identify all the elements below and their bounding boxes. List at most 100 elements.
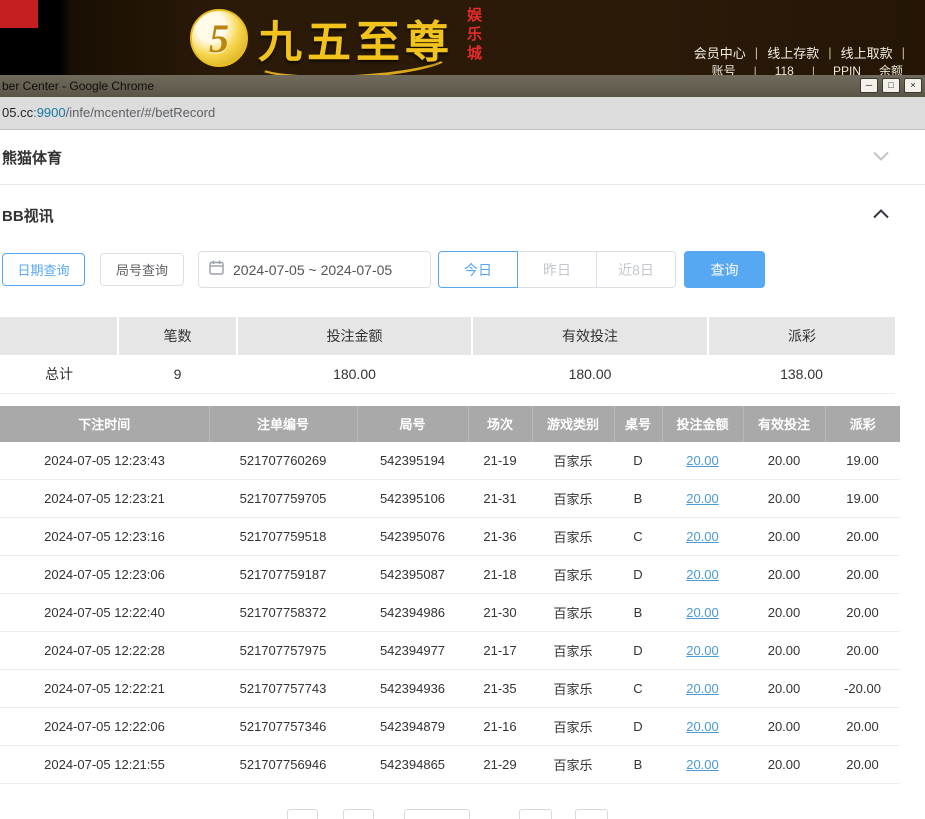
table-cell: 20.00 (662, 708, 743, 746)
round-query-button[interactable]: 局号查询 (100, 253, 184, 286)
last-8-days-button[interactable]: 近8日 (596, 251, 676, 288)
close-button[interactable]: × (904, 78, 922, 93)
table-cell: 542395106 (357, 480, 468, 518)
nav-separator: | (755, 45, 758, 60)
bet-amount-link[interactable]: 20.00 (686, 453, 719, 468)
bet-amount-link[interactable]: 20.00 (686, 605, 719, 620)
summary-table: 笔数 投注金额 有效投注 派彩 总计 9 180.00 180.00 138.0… (0, 317, 895, 394)
bet-record-page: 熊猫体育 BB视讯 日期查询 局号查询 (0, 130, 925, 819)
table-cell: B (614, 480, 662, 518)
table-cell: 20.00 (825, 746, 900, 784)
pagination (0, 809, 925, 819)
table-cell: 521707758372 (209, 594, 357, 632)
table-cell: 21-29 (468, 746, 532, 784)
bet-amount-link[interactable]: 20.00 (686, 643, 719, 658)
table-cell: 2024-07-05 12:22:40 (0, 594, 209, 632)
summary-total-label: 总计 (0, 355, 118, 393)
table-cell: 20.00 (662, 594, 743, 632)
site-logo: 5 九五至尊 娱乐城 (190, 5, 482, 71)
chevron-down-icon[interactable] (873, 148, 889, 166)
browser-titlebar[interactable]: ber Center - Google Chrome ─ □ × (0, 75, 925, 97)
address-bar[interactable]: 05.cc:9900/infe/mcenter/#/betRecord (0, 97, 925, 130)
table-cell: 百家乐 (532, 442, 614, 480)
table-cell: 21-18 (468, 556, 532, 594)
table-cell: 20.00 (743, 518, 825, 556)
search-button[interactable]: 查询 (684, 251, 765, 288)
pagination-button[interactable] (343, 809, 374, 819)
table-cell: 百家乐 (532, 746, 614, 784)
bet-amount-link[interactable]: 20.00 (686, 757, 719, 772)
table-cell: 521707759518 (209, 518, 357, 556)
pagination-button[interactable] (519, 809, 552, 819)
table-cell: 21-31 (468, 480, 532, 518)
table-cell: 521707759187 (209, 556, 357, 594)
column-header: 游戏类别 (532, 406, 614, 442)
table-cell: 20.00 (662, 632, 743, 670)
table-cell: 百家乐 (532, 708, 614, 746)
table-row: 2024-07-05 12:23:43521707760269542395194… (0, 442, 900, 480)
section-panda-sports[interactable]: 熊猫体育 (0, 130, 925, 185)
table-cell: 542394936 (357, 670, 468, 708)
table-cell: -20.00 (825, 670, 900, 708)
table-cell: 542394865 (357, 746, 468, 784)
table-cell: D (614, 708, 662, 746)
bet-table-body: 2024-07-05 12:23:43521707760269542395194… (0, 442, 900, 784)
summary-header-empty (0, 317, 118, 355)
column-header: 有效投注 (743, 406, 825, 442)
nav-online-withdraw[interactable]: 线上取款 (841, 43, 893, 62)
table-cell: 20.00 (743, 442, 825, 480)
today-button[interactable]: 今日 (438, 251, 518, 288)
table-cell: 2024-07-05 12:22:21 (0, 670, 209, 708)
table-cell: 542395194 (357, 442, 468, 480)
summary-count: 9 (118, 355, 237, 393)
table-cell: 百家乐 (532, 670, 614, 708)
column-header: 场次 (468, 406, 532, 442)
top-nav: 会员中心 | 线上存款 | 线上取款 | (694, 43, 905, 62)
section-title: 熊猫体育 (2, 147, 62, 168)
section-bb-video[interactable]: BB视讯 (0, 185, 925, 245)
nav-member-center[interactable]: 会员中心 (694, 43, 746, 62)
nav-online-deposit[interactable]: 线上存款 (767, 43, 819, 62)
table-row: 2024-07-05 12:23:06521707759187542395087… (0, 556, 900, 594)
table-cell: 21-16 (468, 708, 532, 746)
table-cell: 542395087 (357, 556, 468, 594)
table-cell: 20.00 (662, 556, 743, 594)
table-row: 2024-07-05 12:22:28521707757975542394977… (0, 632, 900, 670)
date-query-button[interactable]: 日期查询 (2, 253, 85, 286)
table-row: 2024-07-05 12:22:06521707757346542394879… (0, 708, 900, 746)
pagination-input[interactable] (404, 809, 470, 819)
yesterday-button[interactable]: 昨日 (517, 251, 597, 288)
table-cell: 542394879 (357, 708, 468, 746)
table-cell: 521707756946 (209, 746, 357, 784)
bet-amount-link[interactable]: 20.00 (686, 567, 719, 582)
table-cell: C (614, 670, 662, 708)
table-cell: B (614, 746, 662, 784)
chevron-up-icon[interactable] (873, 206, 889, 224)
pagination-button[interactable] (575, 809, 608, 819)
column-header: 局号 (357, 406, 468, 442)
bet-table-header-row: 下注时间注单编号局号场次游戏类别桌号投注金额有效投注派彩 (0, 406, 900, 442)
summary-header-valid-bet: 有效投注 (472, 317, 708, 355)
table-cell: 20.00 (743, 556, 825, 594)
window-controls: ─ □ × (860, 78, 922, 93)
bet-amount-link[interactable]: 20.00 (686, 719, 719, 734)
table-cell: 521707759705 (209, 480, 357, 518)
table-cell: 20.00 (662, 480, 743, 518)
table-cell: 百家乐 (532, 632, 614, 670)
bet-amount-link[interactable]: 20.00 (686, 491, 719, 506)
pagination-button[interactable] (287, 809, 318, 819)
minimize-button[interactable]: ─ (860, 78, 878, 93)
table-cell: 21-36 (468, 518, 532, 556)
table-cell: 百家乐 (532, 556, 614, 594)
table-row: 2024-07-05 12:23:21521707759705542395106… (0, 480, 900, 518)
table-cell: 20.00 (825, 518, 900, 556)
table-cell: 2024-07-05 12:23:21 (0, 480, 209, 518)
table-cell: 20.00 (743, 746, 825, 784)
site-logo-title: 九五至尊 (258, 6, 454, 70)
column-header: 派彩 (825, 406, 900, 442)
table-cell: 20.00 (743, 480, 825, 518)
date-range-picker[interactable]: 2024-07-05 ~ 2024-07-05 (198, 251, 431, 288)
maximize-button[interactable]: □ (882, 78, 900, 93)
bet-amount-link[interactable]: 20.00 (686, 529, 719, 544)
bet-amount-link[interactable]: 20.00 (686, 681, 719, 696)
